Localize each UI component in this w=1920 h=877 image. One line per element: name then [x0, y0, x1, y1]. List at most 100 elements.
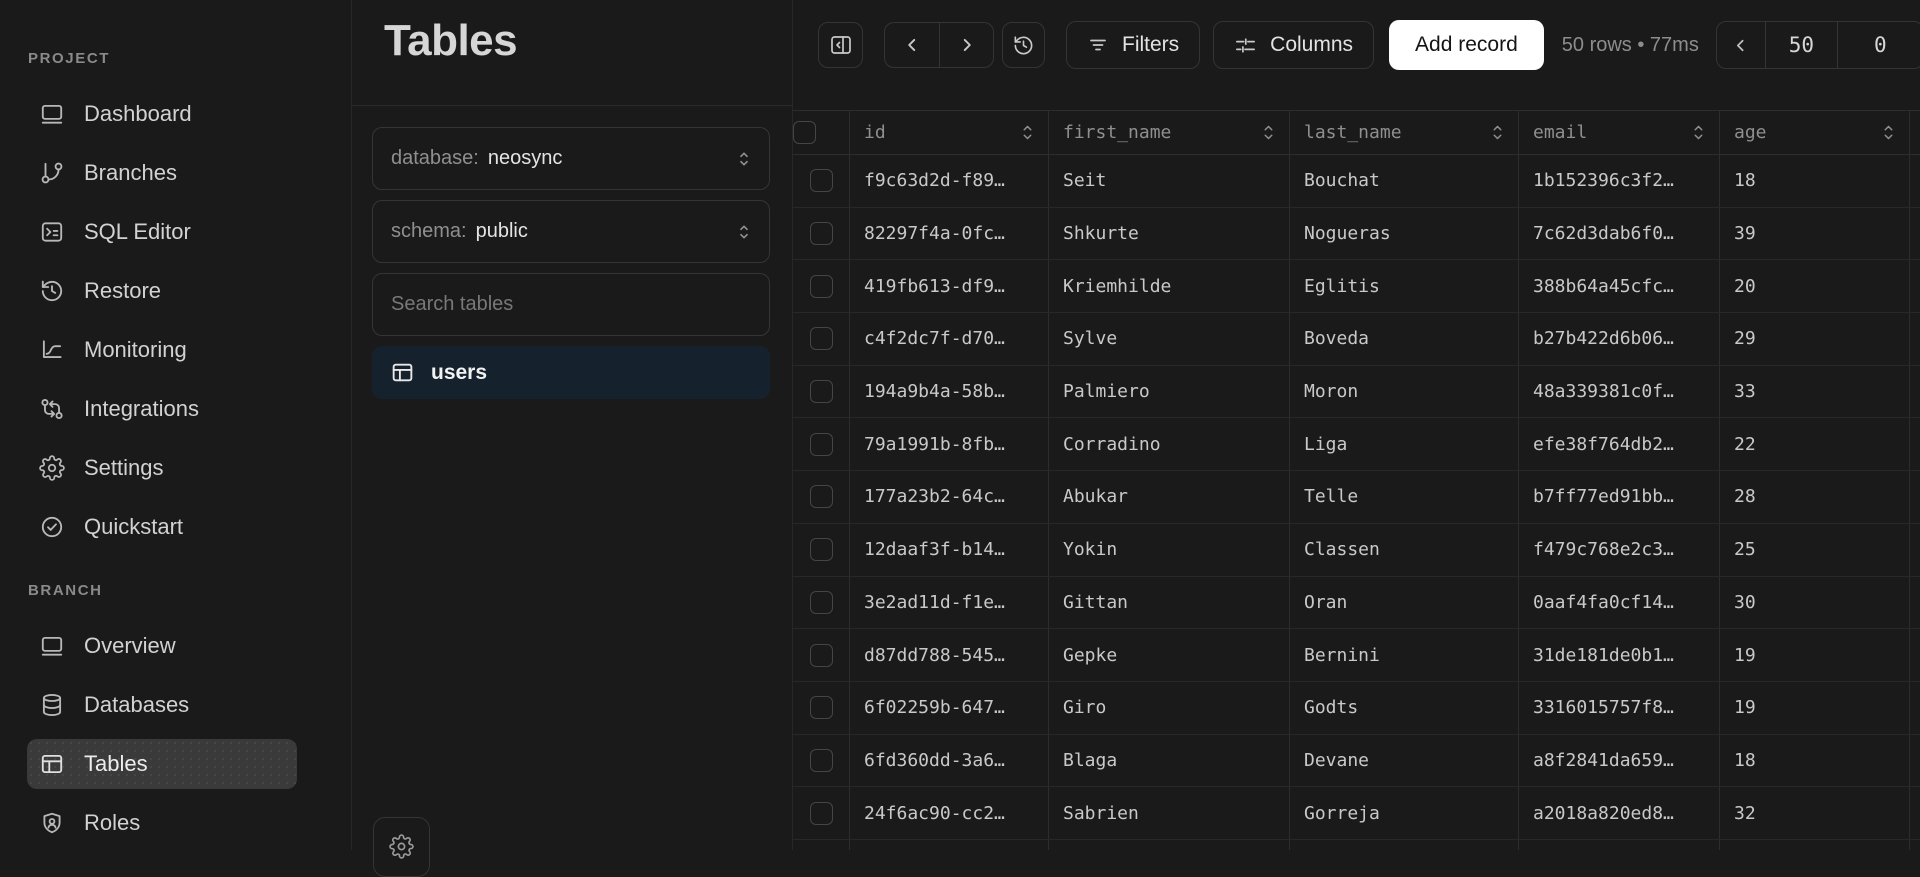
sort-icon[interactable] — [1021, 122, 1034, 143]
row-checkbox[interactable] — [810, 591, 833, 614]
column-header-id[interactable]: id — [850, 111, 1049, 154]
columns-button[interactable]: Columns — [1213, 21, 1374, 69]
cell-id[interactable]: 12daaf3f-b14… — [850, 524, 1049, 576]
cell-first_name[interactable]: Blaga — [1049, 735, 1290, 787]
row-checkbox[interactable] — [810, 327, 833, 350]
cell-email[interactable]: a2018a820ed8… — [1519, 787, 1720, 839]
cell-email[interactable]: f479c768e2c3… — [1519, 524, 1720, 576]
table-list-item-users[interactable]: users — [372, 346, 770, 399]
cell-age[interactable]: 20 — [1720, 260, 1910, 312]
cell-last_name[interactable]: Nogueras — [1290, 208, 1519, 260]
cell-last_name[interactable] — [1290, 840, 1519, 850]
cell-id[interactable]: 419fb613-df9… — [850, 260, 1049, 312]
cell-id[interactable]: 79a1991b-8fb… — [850, 418, 1049, 470]
cell-first_name[interactable]: Shkurte — [1049, 208, 1290, 260]
page-size-value[interactable]: 50 — [1765, 22, 1837, 68]
cell-id[interactable]: d87dd788-545… — [850, 629, 1049, 681]
sidebar-item-sql-editor[interactable]: SQL Editor — [27, 207, 297, 257]
row-checkbox[interactable] — [810, 169, 833, 192]
cell-email[interactable]: 388b64a45cfc… — [1519, 260, 1720, 312]
prev-page-button[interactable] — [1717, 22, 1765, 68]
cell-id[interactable]: 24f6ac90-cc2… — [850, 787, 1049, 839]
query-history-button[interactable] — [1002, 22, 1045, 68]
cell-age[interactable]: 39 — [1720, 208, 1910, 260]
row-checkbox[interactable] — [810, 433, 833, 456]
cell-id[interactable]: f9c63d2d-f89… — [850, 155, 1049, 207]
cell-age[interactable]: 28 — [1720, 471, 1910, 523]
cell-age[interactable]: 30 — [1720, 577, 1910, 629]
cell-email[interactable]: 0aaf4fa0cf14… — [1519, 577, 1720, 629]
cell-last_name[interactable]: Boveda — [1290, 313, 1519, 365]
cell-id[interactable]: 6fd360dd-3a6… — [850, 735, 1049, 787]
cell-first_name[interactable]: Giro — [1049, 682, 1290, 734]
cell-age[interactable]: 19 — [1720, 629, 1910, 681]
sidebar-item-overview[interactable]: Overview — [27, 621, 297, 671]
cell-last_name[interactable]: Devane — [1290, 735, 1519, 787]
sidebar-item-quickstart[interactable]: Quickstart — [27, 502, 297, 552]
sidebar-item-restore[interactable]: Restore — [27, 266, 297, 316]
collapse-panel-button[interactable] — [818, 22, 863, 68]
sidebar-item-dashboard[interactable]: Dashboard — [27, 89, 297, 139]
row-checkbox[interactable] — [810, 380, 833, 403]
cell-age[interactable]: 18 — [1720, 735, 1910, 787]
cell-first_name[interactable]: Kriemhilde — [1049, 260, 1290, 312]
page-offset-value[interactable]: 0 — [1837, 22, 1920, 68]
row-checkbox[interactable] — [810, 485, 833, 508]
sort-icon[interactable] — [1262, 122, 1275, 143]
row-checkbox[interactable] — [810, 696, 833, 719]
cell-email[interactable]: a8f2841da659… — [1519, 735, 1720, 787]
add-record-button[interactable]: Add record — [1389, 20, 1544, 70]
cell-last_name[interactable]: Classen — [1290, 524, 1519, 576]
row-checkbox[interactable] — [810, 644, 833, 667]
cell-last_name[interactable]: Oran — [1290, 577, 1519, 629]
cell-id[interactable]: 194a9b4a-58b… — [850, 366, 1049, 418]
sidebar-item-tables[interactable]: Tables — [27, 739, 297, 789]
cell-email[interactable]: 7c62d3dab6f0… — [1519, 208, 1720, 260]
cell-first_name[interactable]: Palmiero — [1049, 366, 1290, 418]
sort-icon[interactable] — [1882, 122, 1895, 143]
cell-first_name[interactable]: Sabrien — [1049, 787, 1290, 839]
cell-age[interactable]: 29 — [1720, 313, 1910, 365]
cell-email[interactable]: 3316015757f8… — [1519, 682, 1720, 734]
table-search-input[interactable] — [372, 273, 770, 336]
cell-email[interactable] — [1519, 840, 1720, 850]
panel-settings-button[interactable] — [373, 817, 430, 877]
cell-last_name[interactable]: Liga — [1290, 418, 1519, 470]
cell-age[interactable]: 18 — [1720, 155, 1910, 207]
cell-last_name[interactable]: Eglitis — [1290, 260, 1519, 312]
cell-first_name[interactable]: Seit — [1049, 155, 1290, 207]
sidebar-item-monitoring[interactable]: Monitoring — [27, 325, 297, 375]
sidebar-item-roles[interactable]: Roles — [27, 798, 297, 848]
cell-age[interactable]: 22 — [1720, 418, 1910, 470]
cell-id[interactable]: c4f2dc7f-d70… — [850, 313, 1049, 365]
cell-id[interactable]: 3e2ad11d-f1e… — [850, 577, 1049, 629]
cell-email[interactable]: 48a339381c0f… — [1519, 366, 1720, 418]
sort-icon[interactable] — [1692, 122, 1705, 143]
cell-first_name[interactable]: Gepke — [1049, 629, 1290, 681]
row-checkbox[interactable] — [810, 538, 833, 561]
column-header-last_name[interactable]: last_name — [1290, 111, 1519, 154]
column-header-age[interactable]: age — [1720, 111, 1910, 154]
cell-id[interactable] — [850, 840, 1049, 850]
cell-last_name[interactable]: Bernini — [1290, 629, 1519, 681]
sidebar-item-integrations[interactable]: Integrations — [27, 384, 297, 434]
cell-email[interactable]: 1b152396c3f2… — [1519, 155, 1720, 207]
cell-id[interactable]: 177a23b2-64c… — [850, 471, 1049, 523]
cell-age[interactable]: 25 — [1720, 524, 1910, 576]
cell-age[interactable]: 32 — [1720, 787, 1910, 839]
filters-button[interactable]: Filters — [1066, 21, 1200, 69]
cell-age[interactable]: 19 — [1720, 682, 1910, 734]
database-select[interactable]: database: neosync — [372, 127, 770, 190]
cell-first_name[interactable]: Corradino — [1049, 418, 1290, 470]
cell-email[interactable]: b27b422d6b06… — [1519, 313, 1720, 365]
cell-first_name[interactable] — [1049, 840, 1290, 850]
cell-first_name[interactable]: Gittan — [1049, 577, 1290, 629]
cell-first_name[interactable]: Abukar — [1049, 471, 1290, 523]
cell-last_name[interactable]: Gorreja — [1290, 787, 1519, 839]
cell-email[interactable]: b7ff77ed91bb… — [1519, 471, 1720, 523]
column-header-email[interactable]: email — [1519, 111, 1720, 154]
cell-last_name[interactable]: Bouchat — [1290, 155, 1519, 207]
cell-last_name[interactable]: Godts — [1290, 682, 1519, 734]
cell-id[interactable]: 6f02259b-647… — [850, 682, 1049, 734]
cell-id[interactable]: 82297f4a-0fc… — [850, 208, 1049, 260]
